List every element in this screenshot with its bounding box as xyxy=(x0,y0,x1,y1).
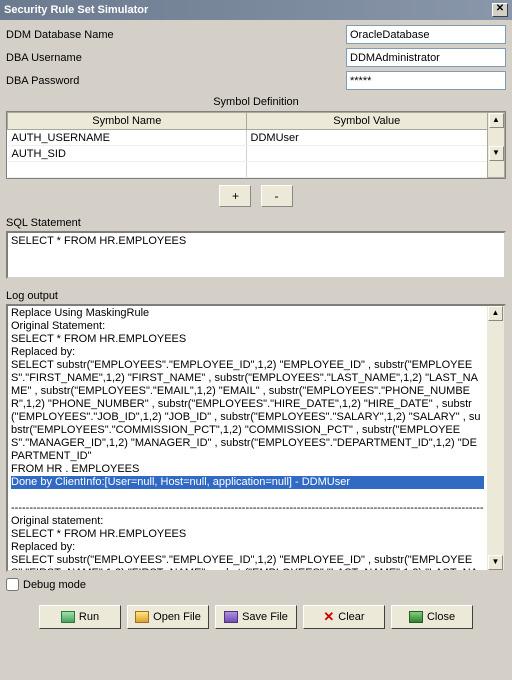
symbol-name-cell[interactable]: AUTH_USERNAME xyxy=(8,130,247,146)
title-bar: Security Rule Set Simulator ✕ xyxy=(0,0,512,20)
save-file-label: Save File xyxy=(242,611,288,623)
log-line: Replace Using MaskingRule xyxy=(11,307,484,320)
sql-statement-label: SQL Statement xyxy=(6,217,506,229)
window-close-button[interactable]: ✕ xyxy=(492,3,508,17)
symbol-name-cell[interactable]: AUTH_SID xyxy=(8,146,247,162)
table-row[interactable] xyxy=(8,162,505,178)
save-file-button[interactable]: Save File xyxy=(215,605,297,629)
clear-button[interactable]: ✕ Clear xyxy=(303,605,385,629)
symbol-table: Symbol Name Symbol Value ▲ ▼ AUTH_USERNA… xyxy=(6,111,506,179)
symbol-value-header[interactable]: Symbol Value xyxy=(246,113,487,130)
log-line: FROM HR . EMPLOYEES xyxy=(11,463,484,476)
log-line: SELECT substr("EMPLOYEES"."EMPLOYEE_ID",… xyxy=(11,554,484,572)
clear-button-label: Clear xyxy=(338,611,364,623)
symbol-value-cell[interactable] xyxy=(246,146,487,162)
log-output-label: Log output xyxy=(6,290,506,302)
log-line: Replaced by: xyxy=(11,346,484,359)
window-title: Security Rule Set Simulator xyxy=(4,4,148,16)
run-button[interactable]: Run xyxy=(39,605,121,629)
sql-statement-input[interactable]: SELECT * FROM HR.EMPLOYEES xyxy=(6,231,506,279)
ddm-database-input[interactable] xyxy=(346,25,506,44)
table-row[interactable]: AUTH_SID xyxy=(8,146,505,162)
scroll-up-icon[interactable]: ▲ xyxy=(489,113,504,128)
symbol-value-cell[interactable]: DDMUser xyxy=(246,130,487,146)
log-line: SELECT * FROM HR.EMPLOYEES xyxy=(11,333,484,346)
close-button-label: Close xyxy=(427,611,455,623)
log-line-highlight: Done by ClientInfo:[User=null, Host=null… xyxy=(11,476,484,489)
log-line: ----------------------------------------… xyxy=(11,502,484,515)
debug-mode-label: Debug mode xyxy=(23,579,86,591)
scroll-down-icon[interactable]: ▼ xyxy=(489,146,504,161)
scroll-up-icon[interactable]: ▲ xyxy=(488,306,503,321)
run-icon xyxy=(61,611,75,623)
clear-icon: ✕ xyxy=(323,611,334,623)
dba-username-label: DBA Username xyxy=(6,52,346,64)
log-line: Original statement: xyxy=(11,515,484,528)
scroll-down-icon[interactable]: ▼ xyxy=(488,555,503,570)
run-button-label: Run xyxy=(79,611,99,623)
log-output-box[interactable]: Replace Using MaskingRule Original State… xyxy=(6,304,506,572)
save-icon xyxy=(224,611,238,623)
close-icon xyxy=(409,611,423,623)
dba-password-label: DBA Password xyxy=(6,75,346,87)
dba-username-input[interactable] xyxy=(346,48,506,67)
dba-password-input[interactable] xyxy=(346,71,506,90)
folder-open-icon xyxy=(135,611,149,623)
close-button[interactable]: Close xyxy=(391,605,473,629)
symbol-value-cell[interactable] xyxy=(246,162,487,178)
symbol-name-cell[interactable] xyxy=(8,162,247,178)
table-row[interactable]: AUTH_USERNAME DDMUser xyxy=(8,130,505,146)
symbol-definition-title: Symbol Definition xyxy=(6,96,506,108)
log-scrollbar[interactable]: ▲ ▼ xyxy=(487,306,504,570)
open-file-button[interactable]: Open File xyxy=(127,605,209,629)
add-symbol-button[interactable]: + xyxy=(219,185,251,207)
log-line: Replaced by: xyxy=(11,541,484,554)
log-line: SELECT * FROM HR.EMPLOYEES xyxy=(11,528,484,541)
log-line: SELECT substr("EMPLOYEES"."EMPLOYEE_ID",… xyxy=(11,359,484,463)
log-line: Original Statement: xyxy=(11,320,484,333)
ddm-database-label: DDM Database Name xyxy=(6,29,346,41)
open-file-label: Open File xyxy=(153,611,201,623)
debug-mode-checkbox[interactable] xyxy=(6,578,19,591)
remove-symbol-button[interactable]: - xyxy=(261,185,293,207)
symbol-name-header[interactable]: Symbol Name xyxy=(8,113,247,130)
